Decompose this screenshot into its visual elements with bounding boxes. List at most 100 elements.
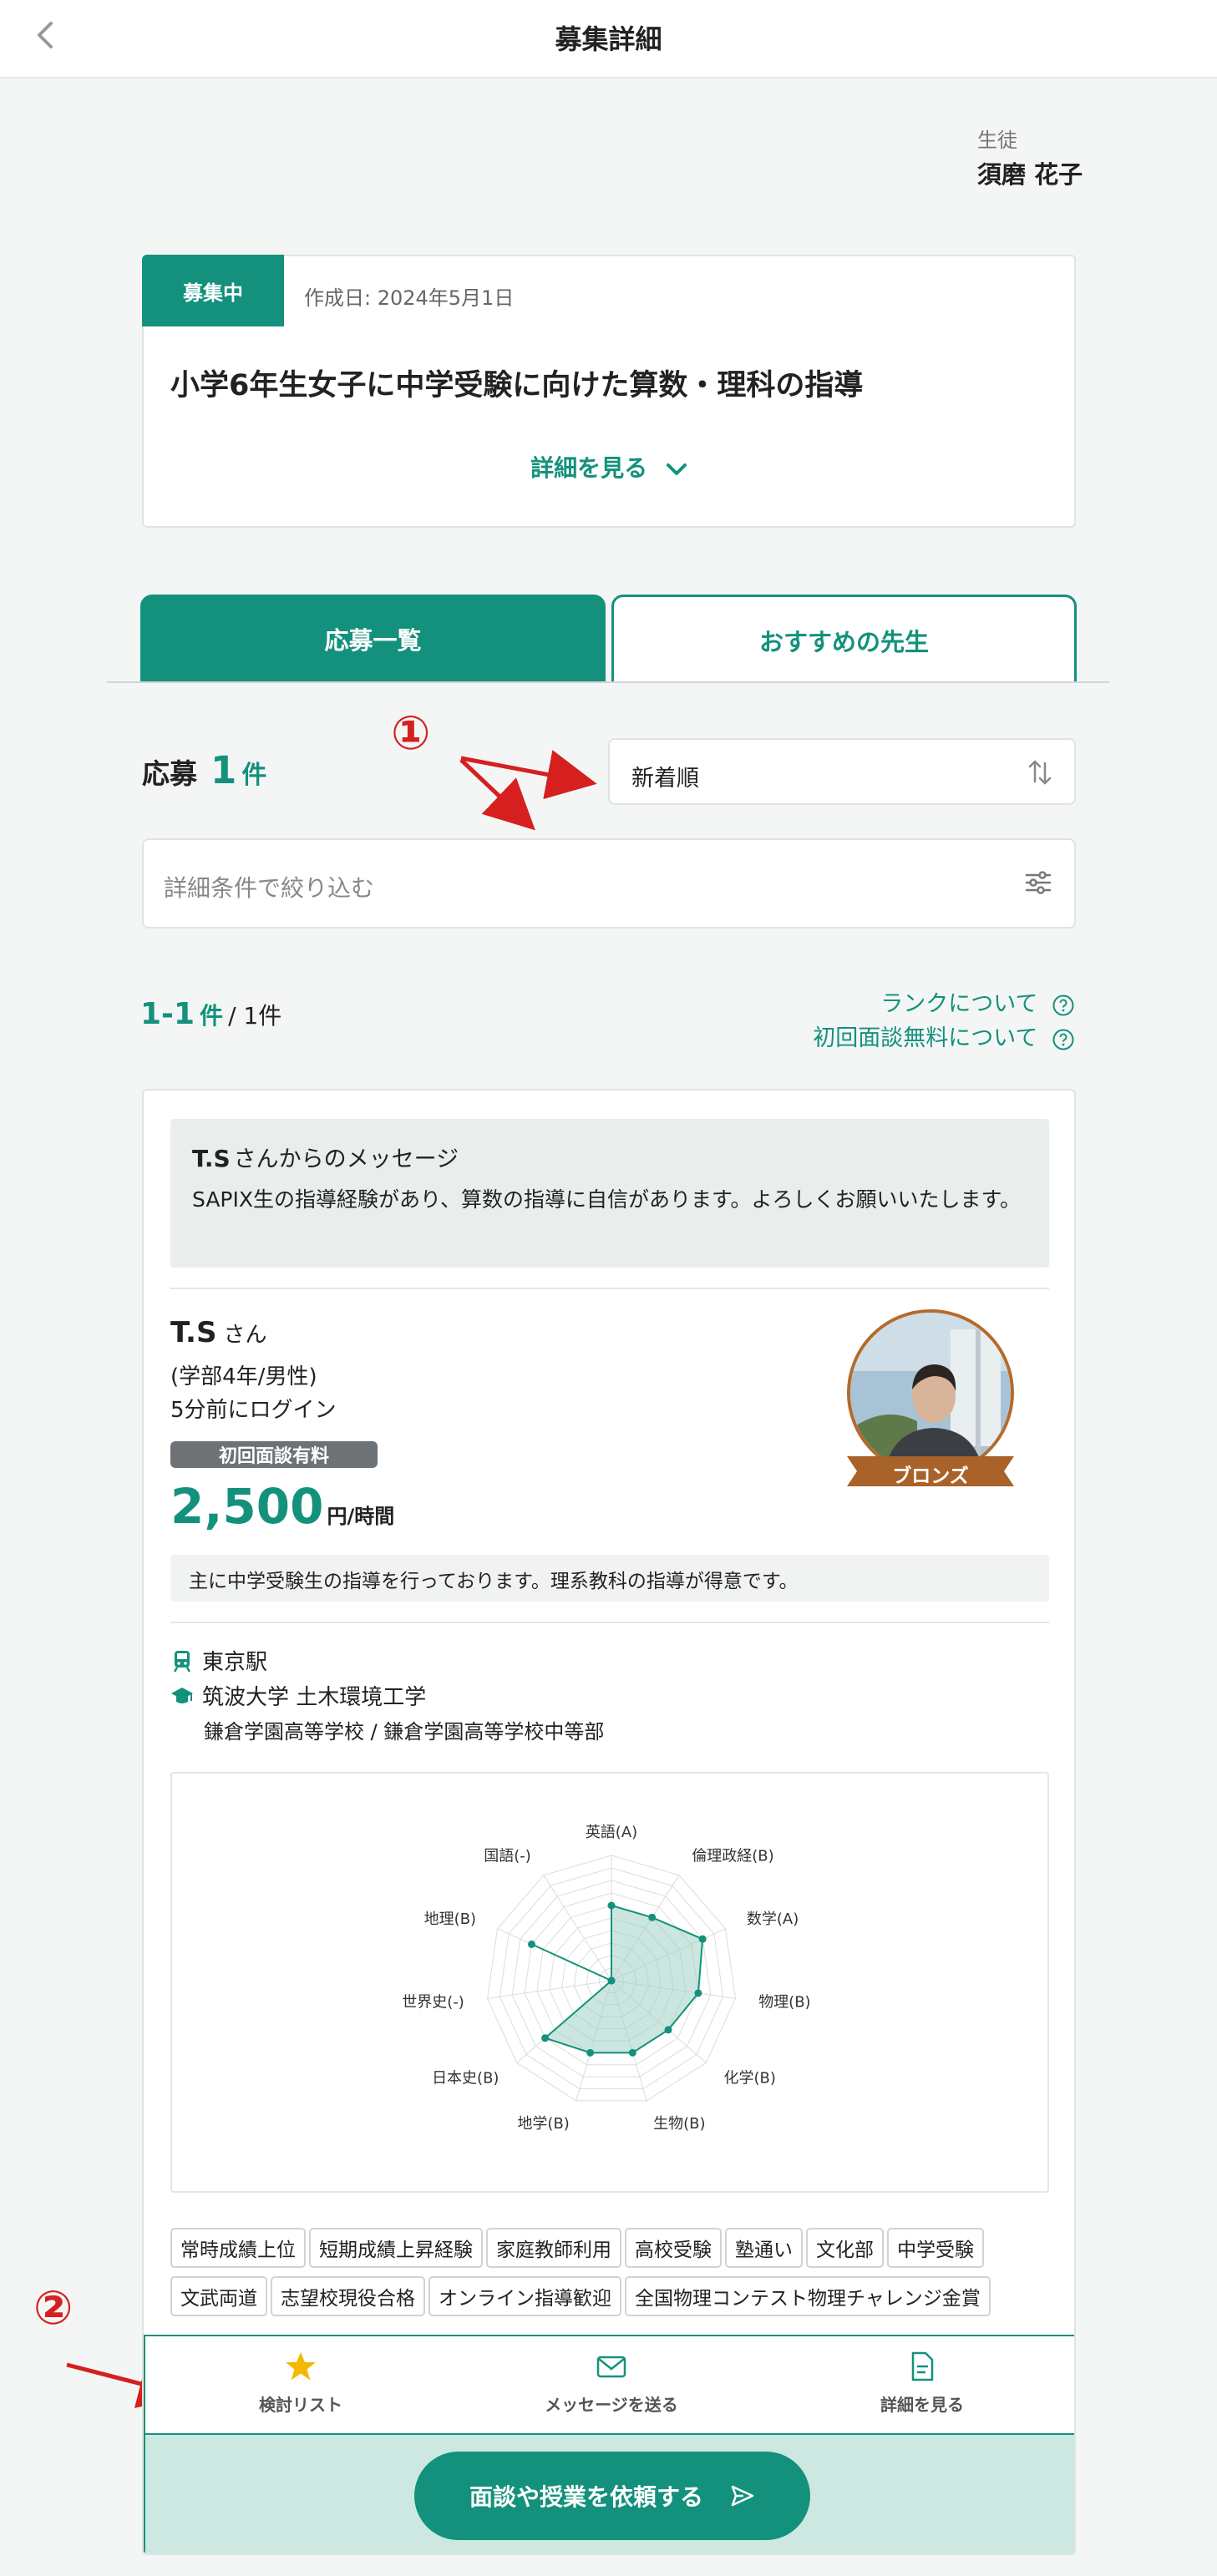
detail-toggle-button[interactable]: 詳細を見る (144, 450, 1074, 483)
radar-data-point (527, 1940, 535, 1948)
tutor-name-suffix: さん (223, 1323, 267, 1348)
posting-card: 募集中 作成日: 2024年5月1日 小学6年生女子に中学受験に向けた算数・理科… (142, 255, 1076, 528)
radar-data-point (698, 1935, 707, 1943)
applications-unit: 件 (241, 761, 267, 790)
radar-axis-label: 地理(B) (424, 1910, 476, 1928)
tutor-card: T.S さんからのメッセージ SAPIX生の指導経験があり、算数の指導に自信があり… (142, 1089, 1076, 2555)
fee-badge: 初回面談有料 (170, 1441, 378, 1468)
sort-label: 新着順 (631, 766, 699, 792)
divider (170, 1622, 1049, 1623)
result-range-total: / 1件 (228, 1002, 282, 1030)
request-interview-button[interactable]: 面談や授業を依頼する (414, 2452, 810, 2540)
radar-axis-label: 化学(B) (724, 2070, 776, 2088)
tutor-last-login: 5分前にログイン (170, 1398, 337, 1423)
radar-data-point (648, 1913, 657, 1921)
station-name: 東京駅 (202, 1650, 268, 1675)
message-from: T.S さんからのメッセージ (192, 1141, 459, 1173)
detail-toggle-label: 詳細を見る (530, 454, 648, 482)
message-box: T.S さんからのメッセージ SAPIX生の指導経験があり、算数の指導に自信があり… (170, 1119, 1049, 1268)
subject-radar-chart: 英語(A) 倫理政経(B) 数学(A) 物理(B) 化学(B) 生物(B) 地学(B) 日本史… (170, 1772, 1049, 2193)
send-icon (731, 2485, 754, 2507)
applications-label: 応募 (142, 757, 197, 790)
tag-item: オンライン指導歓迎 (428, 2276, 621, 2316)
tag-item: 高校受験 (625, 2228, 722, 2268)
tab-recommended-teachers[interactable]: おすすめの先生 (611, 595, 1077, 683)
help-circle-icon (1052, 994, 1074, 1015)
rank-badge: ブロンズ (892, 1465, 969, 1487)
tag-item: 常時成績上位 (170, 2228, 306, 2268)
action-bar: 検討リスト メッセージを送る 詳細を見る (144, 2335, 1074, 2435)
radar-axis-label: 国語(-) (484, 1847, 531, 1865)
filter-box[interactable]: 詳細条件で絞り込む (142, 838, 1076, 929)
tag-item: 全国物理コンテスト物理チャレンジ金賞 (625, 2276, 991, 2316)
result-range-shown: 1-1 (140, 997, 195, 1031)
send-message-button[interactable]: メッセージを送る (456, 2350, 767, 2416)
view-details-button[interactable]: 詳細を見る (767, 2350, 1074, 2416)
posting-title: 小学6年生女子に中学受験に向けた算数・理科の指導 (170, 369, 864, 402)
request-label: 面談や授業を依頼する (469, 2483, 703, 2511)
radar-data-point (607, 1976, 616, 1985)
radar-axis-label: 倫理政経(B) (692, 1847, 773, 1865)
student-label: 生徒 (977, 129, 1017, 152)
envelope-icon (596, 2356, 626, 2378)
tutor-name: T.S さん (170, 1316, 266, 1349)
tab-divider (107, 681, 1109, 683)
watchlist-button[interactable]: 検討リスト (145, 2350, 456, 2416)
annotation-one: ① (391, 706, 431, 761)
station-row: 東京駅 (170, 1645, 267, 1676)
app-header: 募集詳細 (0, 0, 1217, 78)
rank-info-link[interactable]: ランクについて (880, 985, 1075, 1018)
tab-applications[interactable]: 応募一覧 (140, 595, 606, 683)
radar-axis-label: 物理(B) (758, 1993, 810, 2011)
result-range: 1-1 件/ 1件 (140, 997, 281, 1031)
university-row: 筑波大学 土木環境工学 (170, 1680, 426, 1711)
send-message-label: メッセージを送る (545, 2395, 678, 2415)
radar-axis-label: 英語(A) (586, 1824, 637, 1841)
tutor-name-text: T.S (170, 1316, 217, 1349)
high-school-name: 鎌倉学園高等学校 / 鎌倉学園高等学校中等部 (204, 1720, 605, 1743)
tag-item: 中学受験 (887, 2228, 984, 2268)
tag-item: 塾通い (725, 2228, 803, 2268)
status-badge: 募集中 (142, 255, 284, 326)
chevron-down-icon (666, 463, 687, 475)
applications-count: 応募 1 件 (142, 748, 266, 792)
tag-item: 文化部 (806, 2228, 884, 2268)
created-date: 作成日: 2024年5月1日 (304, 286, 515, 310)
radar-svg: 英語(A) 倫理政経(B) 数学(A) 物理(B) 化学(B) 生物(B) 地学(B) 日本史… (402, 1824, 810, 2133)
radar-data-point (664, 2026, 672, 2034)
sort-icon (1028, 760, 1052, 785)
radar-series-area (531, 1904, 704, 2054)
sliders-icon (1025, 871, 1052, 894)
page-title: 募集詳細 (555, 23, 662, 55)
tag-list: 常時成績上位 短期成績上昇経験 家庭教師利用 高校受験 塾通い 文化部 中学受験文武両道 志望… (170, 2228, 1056, 2325)
radar-data-point (694, 1989, 702, 1997)
result-range-unit: 件 (200, 1002, 224, 1030)
sort-select[interactable]: 新着順 (608, 738, 1076, 805)
watchlist-label: 検討リスト (259, 2395, 342, 2415)
free-interview-label: 初回面談無料について (813, 1025, 1038, 1051)
radar-axis-label: 生物(B) (653, 2115, 705, 2133)
document-icon (911, 2351, 934, 2381)
radar-axis-label: 数学(A) (747, 1910, 799, 1928)
radar-data-point (628, 2048, 636, 2057)
tag-item: 短期成績上昇経験 (309, 2228, 483, 2268)
price-value: 2,500 (170, 1478, 324, 1535)
hourly-price: 2,500 円/時間 (170, 1478, 394, 1535)
view-details-label: 詳細を見る (880, 2395, 964, 2415)
train-icon (173, 1650, 191, 1673)
message-from-suffix: さんからのメッセージ (233, 1146, 459, 1172)
tag-item: 文武両道 (170, 2276, 267, 2316)
divider (170, 1288, 1049, 1289)
tutor-profile: (学部4年/男性) (170, 1364, 317, 1389)
tag-item: 家庭教師利用 (486, 2228, 621, 2268)
rank-info-label: ランクについて (880, 991, 1038, 1017)
free-interview-link[interactable]: 初回面談無料について (813, 1020, 1075, 1052)
radar-axis-label: 世界史(-) (402, 1993, 464, 2011)
student-name: 須磨 花子 (977, 160, 1083, 189)
request-area: 面談や授業を依頼する (144, 2435, 1074, 2553)
university-name: 筑波大学 土木環境工学 (202, 1685, 427, 1710)
message-sender: T.S (192, 1145, 231, 1172)
radar-data-point (607, 1901, 616, 1910)
radar-data-point (541, 2034, 550, 2042)
message-body: SAPIX生の指導経験があり、算数の指導に自信があります。よろしくお願いいたしま… (192, 1187, 1022, 1212)
